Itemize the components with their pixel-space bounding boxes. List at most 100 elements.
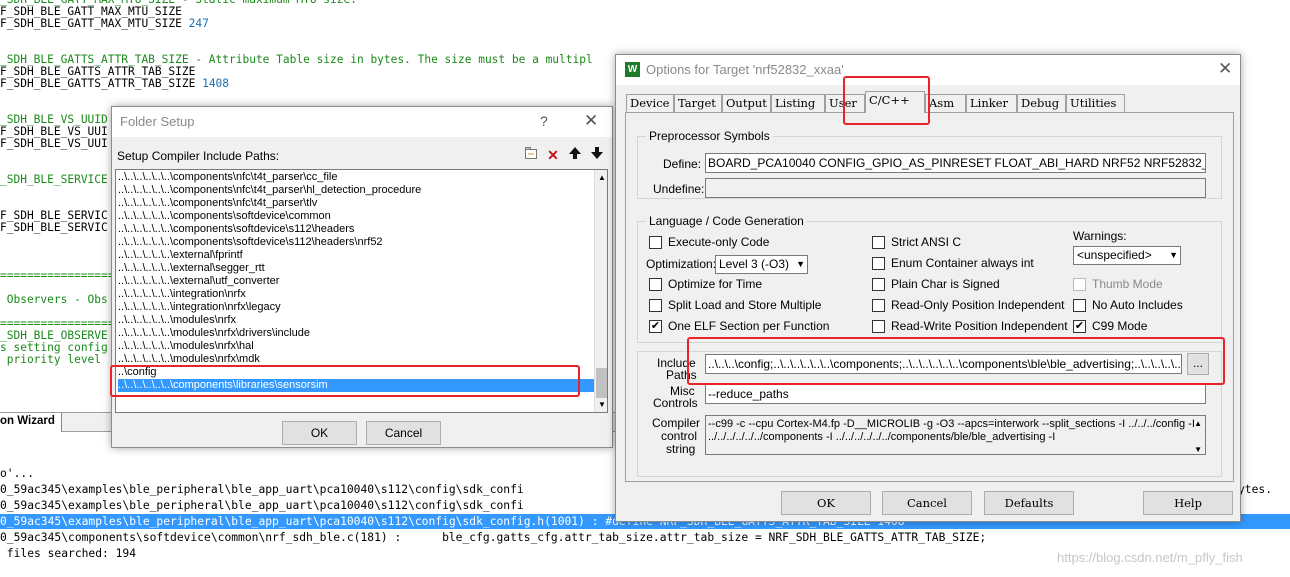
include-path-item[interactable]: ..\..\..\..\..\..\external\segger_rtt <box>118 262 594 275</box>
tab-output[interactable]: Output <box>722 94 771 112</box>
help-icon[interactable]: ? <box>540 113 548 129</box>
code-text: Observers - Obs <box>0 293 108 306</box>
list-scrollbar[interactable]: ▲ ▼ <box>594 170 607 412</box>
thumb-mode-label: Thumb Mode <box>1092 277 1163 291</box>
include-path-item[interactable]: ..\..\..\..\..\..\external\utf_converter <box>118 275 594 288</box>
ok-button[interactable]: OK <box>781 491 871 515</box>
cancel-button[interactable]: Cancel <box>882 491 972 515</box>
execute-only-checkbox[interactable] <box>649 236 662 249</box>
strict-ansi-checkbox[interactable] <box>872 236 885 249</box>
tab-listing[interactable]: Listing <box>771 94 825 112</box>
optimization-select[interactable]: Level 3 (-O3) ▼ <box>715 255 808 274</box>
optimization-label: Optimization: <box>646 257 717 271</box>
compiler-control-line-2: ../../../../../../components -I ../../..… <box>708 431 1056 443</box>
compiler-control-label-1: Compiler <box>652 416 701 430</box>
no-auto-includes-checkbox[interactable] <box>1073 299 1086 312</box>
folder-setup-titlebar: Folder Setup ? ✕ <box>112 107 612 137</box>
code-line: ================= <box>0 270 115 282</box>
include-path-item[interactable]: ..\..\..\..\..\..\modules\nrfx <box>118 314 594 327</box>
tab-device[interactable]: Device <box>626 94 674 112</box>
code-line: F_SDH_BLE_GATT_MAX_MTU_SIZE 247 <box>0 18 209 30</box>
highlight-new-include-path <box>110 365 580 397</box>
include-paths-label: Setup Compiler Include Paths: <box>117 149 280 163</box>
enum-container-checkbox[interactable] <box>872 257 885 270</box>
move-up-icon[interactable] <box>565 145 585 165</box>
code-number: 1408 <box>202 77 230 90</box>
delete-icon[interactable]: ✕ <box>543 145 563 165</box>
help-button[interactable]: Help <box>1143 491 1233 515</box>
optimize-time-checkbox[interactable] <box>649 278 662 291</box>
optimize-time-label: Optimize for Time <box>668 277 763 291</box>
tab-target[interactable]: Target <box>674 94 722 112</box>
language-codegen-group: Language / Code Generation Execute-only … <box>637 214 1222 343</box>
ro-position-label: Read-Only Position Independent <box>891 298 1065 312</box>
c99-mode-label: C99 Mode <box>1092 319 1148 333</box>
code-line: Observers - Obs <box>0 294 108 306</box>
compiler-control-string[interactable]: --c99 -c --cpu Cortex-M4.fp -D__MICROLIB… <box>705 415 1206 455</box>
defaults-button[interactable]: Defaults <box>984 491 1074 515</box>
scroll-down-icon[interactable]: ▼ <box>1194 443 1202 454</box>
define-input[interactable]: BOARD_PCA10040 CONFIG_GPIO_AS_PINRESET F… <box>705 153 1206 173</box>
split-load-checkbox[interactable] <box>649 299 662 312</box>
editor-tab-configuration-wizard[interactable]: on Wizard <box>0 413 62 432</box>
misc-controls-input[interactable]: --reduce_paths <box>705 384 1206 404</box>
cancel-button[interactable]: Cancel <box>366 421 441 445</box>
tab-debug[interactable]: Debug <box>1017 94 1066 112</box>
warnings-value: <unspecified> <box>1077 248 1152 262</box>
warnings-select[interactable]: <unspecified> ▼ <box>1073 246 1181 265</box>
scroll-down-icon[interactable]: ▼ <box>598 400 606 409</box>
c99-mode-checkbox[interactable]: ✔ <box>1073 320 1086 333</box>
close-icon[interactable]: ✕ <box>584 111 598 131</box>
one-elf-label: One ELF Section per Function <box>668 319 830 333</box>
compiler-control-label-2: control <box>661 429 698 443</box>
scroll-up-icon[interactable]: ▲ <box>1194 417 1202 430</box>
close-icon[interactable]: ✕ <box>1218 59 1232 79</box>
code-line: F_SDH_BLE_GATTS_ATTR_TAB_SIZE 1408 <box>0 78 229 90</box>
code-text: F_SDH_BLE_GATT_MAX_MTU_SIZE <box>0 17 189 30</box>
code-number: 247 <box>188 17 209 30</box>
tab-linker[interactable]: Linker <box>966 94 1017 112</box>
preprocessor-group-title: Preprocessor Symbols <box>646 129 773 143</box>
include-path-item[interactable]: ..\..\..\..\..\..\external\fprintf <box>118 249 594 262</box>
thumb-mode-checkbox[interactable] <box>1073 278 1086 291</box>
scroll-up-icon[interactable]: ▲ <box>598 173 606 182</box>
optimization-value: Level 3 (-O3) <box>719 257 790 271</box>
compiler-control-label-3: string <box>666 442 696 456</box>
include-path-item[interactable]: ..\..\..\..\..\..\components\softdevice\… <box>118 210 594 223</box>
tab-asm[interactable]: Asm <box>925 94 966 112</box>
scrollbar-thumb[interactable] <box>596 368 607 398</box>
ro-position-checkbox[interactable] <box>872 299 885 312</box>
include-path-item[interactable]: ..\..\..\..\..\..\modules\nrfx\drivers\i… <box>118 327 594 340</box>
chevron-down-icon: ▼ <box>1169 250 1178 260</box>
include-path-item[interactable]: ..\..\..\..\..\..\components\nfc\t4t_par… <box>118 171 594 184</box>
code-line: F_SDH_BLE_SERVIC <box>0 222 108 234</box>
code-text: F_SDH_BLE_GATTS_ATTR_TAB_SIZE <box>0 77 203 90</box>
preprocessor-group: Preprocessor Symbols Define: BOARD_PCA10… <box>637 129 1222 199</box>
include-path-item[interactable]: ..\..\..\..\..\..\integration\nrfx <box>118 288 594 301</box>
plain-char-label: Plain Char is Signed <box>891 277 1000 291</box>
plain-char-checkbox[interactable] <box>872 278 885 291</box>
include-path-item[interactable]: ..\..\..\..\..\..\components\nfc\t4t_par… <box>118 197 594 210</box>
options-title: Options for Target 'nrf52832_xxaa' <box>646 62 844 77</box>
no-auto-includes-label: No Auto Includes <box>1092 298 1183 312</box>
include-path-item[interactable]: ..\..\..\..\..\..\components\nfc\t4t_par… <box>118 184 594 197</box>
ok-button[interactable]: OK <box>282 421 357 445</box>
new-folder-icon[interactable] <box>521 145 541 165</box>
include-path-item[interactable]: ..\..\..\..\..\..\components\softdevice\… <box>118 223 594 236</box>
include-path-item[interactable]: ..\..\..\..\..\..\integration\nrfx\legac… <box>118 301 594 314</box>
define-label: Define: <box>663 157 702 171</box>
keil-app-icon: W <box>625 62 640 77</box>
include-path-item[interactable]: ..\..\..\..\..\..\components\softdevice\… <box>118 236 594 249</box>
include-path-item[interactable]: ..\..\..\..\..\..\modules\nrfx\hal <box>118 340 594 353</box>
tab-utilities[interactable]: Utilities <box>1066 94 1125 112</box>
result-line[interactable]: 0_59ac345\components\softdevice\common\n… <box>0 530 1290 545</box>
one-elf-checkbox[interactable]: ✔ <box>649 320 662 333</box>
rw-position-checkbox[interactable] <box>872 320 885 333</box>
code-text: F_SDH_BLE_VS_UUI <box>0 137 108 150</box>
undefine-input[interactable] <box>705 178 1206 198</box>
tab-c-c-[interactable]: C/C++ <box>865 91 925 113</box>
code-text: F_SDH_BLE_SERVIC <box>0 221 108 234</box>
move-down-icon[interactable] <box>587 145 607 165</box>
strict-ansi-label: Strict ANSI C <box>891 235 962 249</box>
output-line-fragment: ytes. <box>1238 483 1273 496</box>
